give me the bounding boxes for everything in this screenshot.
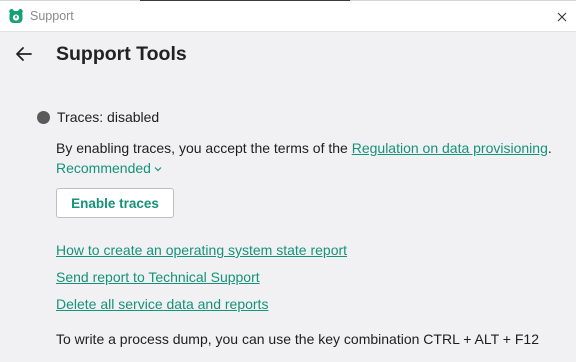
delete-data-link[interactable]: Delete all service data and reports — [56, 296, 268, 312]
os-report-link-row: How to create an operating system state … — [56, 242, 347, 258]
close-icon — [557, 12, 567, 22]
traces-status: Traces: disabled — [57, 109, 160, 125]
title-bar: Support — [0, 1, 576, 32]
app-logo-icon — [8, 8, 24, 24]
status-dot-icon — [37, 111, 50, 124]
send-report-link-row: Send report to Technical Support — [56, 269, 260, 285]
recommended-label: Recommended — [56, 160, 151, 176]
chevron-down-icon — [154, 167, 162, 172]
terms-prefix: By enabling traces, you accept the terms… — [56, 140, 352, 156]
window-title: Support — [30, 9, 74, 23]
os-report-link[interactable]: How to create an operating system state … — [56, 242, 347, 258]
traces-terms: By enabling traces, you accept the terms… — [56, 140, 552, 156]
back-button[interactable] — [14, 44, 36, 64]
arrow-left-icon — [16, 47, 32, 61]
delete-data-link-row: Delete all service data and reports — [56, 296, 268, 312]
recommended-dropdown[interactable]: Recommended — [56, 160, 162, 176]
terms-suffix: . — [547, 140, 552, 156]
close-button[interactable] — [548, 3, 576, 29]
send-report-link[interactable]: Send report to Technical Support — [56, 269, 260, 285]
regulation-link[interactable]: Regulation on data provisioning — [352, 140, 548, 156]
process-dump-hint: To write a process dump, you can use the… — [56, 331, 539, 347]
enable-traces-button[interactable]: Enable traces — [56, 188, 174, 218]
page-title: Support Tools — [56, 43, 187, 65]
